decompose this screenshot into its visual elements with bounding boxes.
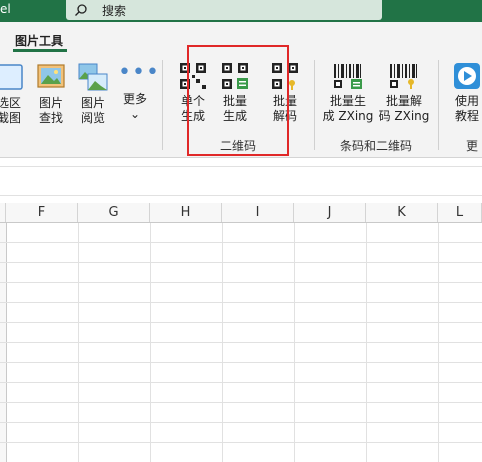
image-browse-label: 图片 阅览: [80, 96, 105, 125]
column-header[interactable]: J: [294, 203, 366, 222]
more-dots-icon: •••: [118, 60, 160, 85]
column-header[interactable]: F: [6, 203, 78, 222]
batch-generate-zxing-label: 批量生 成 ZXing: [322, 94, 374, 123]
grid-row-line: [0, 302, 482, 303]
grid-row-line: [0, 242, 482, 243]
grid-row-line: [0, 442, 482, 443]
batch-generate-zxing-button[interactable]: 批量生 成 ZXing: [322, 62, 374, 124]
search-icon: [75, 4, 87, 16]
barcode-icon: [390, 64, 417, 89]
spreadsheet-grid[interactable]: [0, 223, 482, 462]
column-header[interactable]: K: [366, 203, 438, 222]
image-browse-icon: [78, 63, 108, 91]
title-bar: el 搜索: [0, 0, 482, 22]
app-title: el: [0, 2, 11, 16]
tutorial-button[interactable]: 使用 教程: [450, 62, 482, 124]
batch-decode-zxing-label: 批量解 码 ZXing: [378, 94, 430, 123]
column-header-row: F G H I J K L: [0, 203, 482, 223]
highlight-box: [187, 45, 289, 156]
search-box[interactable]: 搜索: [66, 0, 382, 20]
screenshot-label: 选区 截图: [0, 96, 21, 125]
column-header[interactable]: I: [222, 203, 294, 222]
more-button[interactable]: ••• 更多 ⌄: [118, 60, 160, 122]
tutorial-label: 使用 教程: [454, 94, 479, 123]
group-label-barcode-qrcode: 条码和二维码: [340, 139, 413, 153]
tab-image-tools[interactable]: 图片工具: [15, 32, 63, 49]
screenshot-button[interactable]: 选区 截图: [0, 62, 26, 126]
grid-row-line: [0, 322, 482, 323]
column-header[interactable]: L: [438, 203, 482, 222]
more-label: 更多: [122, 92, 147, 106]
image-browse-button[interactable]: 图片 阅览: [76, 62, 110, 126]
grid-row-line: [0, 402, 482, 403]
image-search-label: 图片 查找: [38, 96, 63, 125]
group-label-partial: 更: [466, 139, 479, 153]
image-search-icon: [37, 64, 65, 88]
grid-row-line: [0, 342, 482, 343]
group-separator: [314, 60, 315, 150]
group-separator: [438, 60, 439, 150]
column-header[interactable]: H: [150, 203, 222, 222]
barcode-icon: [334, 64, 362, 89]
grid-row-line: [0, 422, 482, 423]
group-separator: [162, 60, 163, 150]
play-icon: [454, 63, 480, 89]
formula-bar[interactable]: [0, 166, 482, 196]
search-placeholder[interactable]: 搜索: [102, 2, 126, 19]
grid-row-line: [0, 362, 482, 363]
chevron-down-icon: ⌄: [129, 107, 141, 121]
batch-decode-zxing-button[interactable]: 批量解 码 ZXing: [378, 62, 430, 124]
screenshot-icon: [0, 64, 23, 90]
grid-row-line: [0, 382, 482, 383]
grid-row-line: [0, 262, 482, 263]
grid-row-line: [0, 282, 482, 283]
image-search-button[interactable]: 图片 查找: [34, 62, 68, 126]
column-header[interactable]: G: [78, 203, 150, 222]
